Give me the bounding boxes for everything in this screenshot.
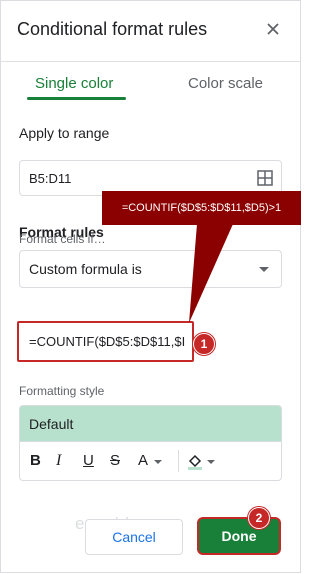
style-toolbar: B I U S A: [19, 441, 282, 481]
italic-button[interactable]: I: [56, 452, 61, 470]
tab-single-color[interactable]: Single color: [35, 75, 113, 92]
range-value: B5:D11: [29, 171, 72, 186]
formatting-style-label: Formatting style: [19, 384, 105, 398]
condition-value: Custom formula is: [29, 261, 142, 277]
formula-input[interactable]: =COUNTIF($D$5:$D$11,$I: [17, 321, 194, 362]
format-cells-if-label: Format cells if…: [19, 232, 106, 246]
style-preview-text: Default: [29, 416, 74, 432]
close-icon[interactable]: [263, 19, 283, 39]
chevron-down-icon: [154, 460, 162, 464]
style-preview[interactable]: Default: [19, 405, 282, 442]
step-badge-1: 1: [193, 333, 215, 355]
strikethrough-button[interactable]: S: [110, 452, 120, 469]
toolbar-divider: [178, 450, 179, 472]
underline-button[interactable]: U: [83, 452, 94, 469]
formula-callout: =COUNTIF($D$5:$D$11,$D5)>1: [102, 191, 301, 225]
text-color-button[interactable]: A: [138, 452, 148, 469]
active-tab-indicator: [27, 97, 126, 100]
header-divider: [1, 61, 300, 62]
formula-value: =COUNTIF($D$5:$D$11,$I: [29, 334, 186, 349]
condition-dropdown[interactable]: Custom formula is: [19, 250, 282, 288]
apply-to-range-label: Apply to range: [19, 125, 110, 141]
step-badge-2: 2: [248, 507, 270, 529]
fill-color-icon[interactable]: [186, 452, 204, 470]
tab-color-scale[interactable]: Color scale: [188, 75, 263, 92]
cancel-button[interactable]: Cancel: [85, 519, 183, 555]
chevron-down-icon: [259, 267, 269, 272]
bold-button[interactable]: B: [30, 452, 41, 469]
grid-icon[interactable]: [257, 170, 273, 186]
chevron-down-icon: [207, 460, 215, 464]
panel-title: Conditional format rules: [17, 19, 208, 39]
conditional-format-panel: Conditional format rules Single color Co…: [0, 0, 301, 573]
